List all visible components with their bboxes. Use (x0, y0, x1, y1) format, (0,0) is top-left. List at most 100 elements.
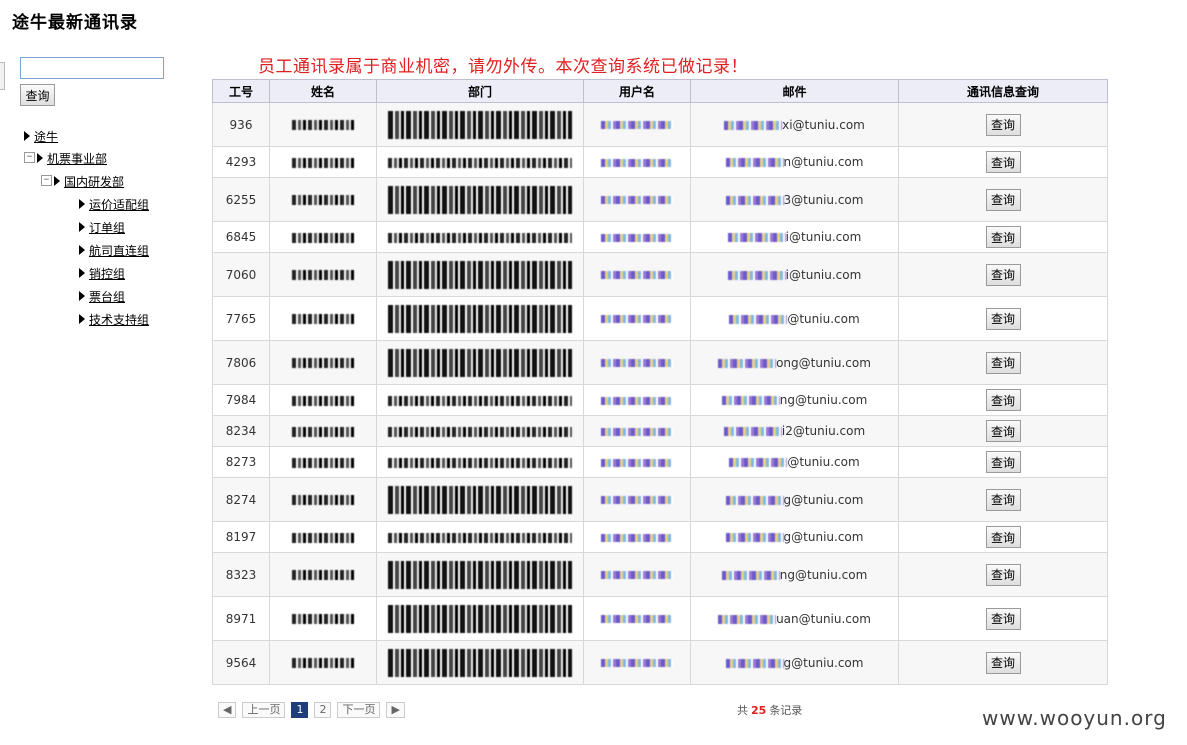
cell-username (583, 552, 691, 597)
tree-link-group[interactable]: 订单组 (89, 221, 125, 235)
query-button[interactable]: 查询 (985, 651, 1021, 674)
pager-next-button[interactable]: 下一页 (337, 702, 381, 718)
tree-node-group[interactable]: 技术支持组 (79, 312, 149, 328)
cell-department (376, 102, 584, 147)
cell-email: g@tuniu.com (690, 521, 899, 553)
query-button[interactable]: 查询 (985, 263, 1021, 286)
cell-employee-id: 7060 (212, 252, 270, 297)
tree-node-division[interactable]: − 机票事业部 (24, 151, 107, 167)
search-button[interactable]: 查询 (20, 84, 55, 106)
caret-right-icon (24, 130, 30, 141)
confidentiality-warning: 员工通讯录属于商业机密，请勿外传。本次查询系统已做记录！ (258, 57, 748, 77)
table-row: 8197 g@tuniu.com 查询 (212, 521, 1108, 553)
cell-name (269, 640, 377, 685)
email-domain: i2@tuniu.com (781, 424, 866, 438)
query-button[interactable]: 查询 (985, 488, 1021, 511)
redacted-email-prefix (727, 270, 786, 280)
cell-name (269, 252, 377, 297)
cell-email: n@tuniu.com (690, 146, 899, 178)
cell-name (269, 415, 377, 447)
tree-node-department[interactable]: − 国内研发部 (41, 174, 124, 190)
redacted-name (292, 270, 354, 280)
caret-right-icon (79, 290, 85, 301)
tree-node-group[interactable]: 运价适配组 (79, 197, 149, 213)
pager-first-button[interactable]: ◀ (218, 702, 237, 718)
cell-name (269, 296, 377, 341)
cell-email: ng@tuniu.com (690, 552, 899, 597)
cell-username (583, 640, 691, 685)
tree-link-root[interactable]: 途牛 (34, 130, 58, 144)
cell-name (269, 340, 377, 385)
cell-name (269, 221, 377, 253)
query-button[interactable]: 查询 (985, 113, 1021, 136)
tree-node-root[interactable]: 途牛 (24, 129, 58, 145)
tree-link-group[interactable]: 运价适配组 (89, 198, 149, 212)
query-button[interactable]: 查询 (985, 188, 1021, 211)
redacted-username (601, 233, 673, 242)
cell-name (269, 102, 377, 147)
table-row: 7765 @tuniu.com 查询 (212, 296, 1108, 341)
table-row: 9564 g@tuniu.com 查询 (212, 640, 1108, 685)
cell-query: 查询 (898, 477, 1108, 522)
tree-link-division[interactable]: 机票事业部 (47, 152, 107, 166)
column-header-name: 姓名 (269, 79, 377, 103)
tree-link-group[interactable]: 销控组 (89, 267, 125, 281)
tree-node-group[interactable]: 销控组 (79, 266, 125, 282)
redacted-email-prefix (727, 233, 786, 242)
query-button[interactable]: 查询 (985, 451, 1021, 473)
redacted-name (292, 395, 354, 406)
caret-right-icon (79, 198, 85, 209)
table-row: 8971 uan@tuniu.com 查询 (212, 596, 1108, 641)
collapse-icon[interactable]: − (41, 175, 52, 186)
pager-prev-button[interactable]: 上一页 (242, 702, 286, 718)
redacted-department (388, 260, 572, 289)
pagination: ◀ 上一页 1 2 下一页 ▶ (218, 702, 411, 718)
query-button[interactable]: 查询 (985, 607, 1021, 630)
cell-email: ng@tuniu.com (690, 384, 899, 416)
query-button[interactable]: 查询 (985, 420, 1021, 442)
query-button[interactable]: 查询 (985, 307, 1021, 330)
table-row: 8234 i2@tuniu.com 查询 (212, 415, 1108, 447)
tree-node-group[interactable]: 票台组 (79, 289, 125, 305)
cell-department (376, 415, 584, 447)
query-button[interactable]: 查询 (985, 226, 1021, 248)
cell-department (376, 384, 584, 416)
pager-last-button[interactable]: ▶ (386, 702, 405, 718)
query-button[interactable]: 查询 (985, 151, 1021, 173)
redacted-email-prefix (725, 495, 784, 505)
column-header-department: 部门 (376, 79, 584, 103)
email-domain: @tuniu.com (787, 455, 860, 469)
query-button[interactable]: 查询 (985, 389, 1021, 411)
query-button[interactable]: 查询 (985, 563, 1021, 586)
collapse-handle[interactable] (0, 62, 5, 90)
search-input[interactable] (20, 57, 164, 79)
cell-name (269, 446, 377, 478)
redacted-username (601, 571, 673, 579)
cell-department (376, 177, 584, 222)
tree-link-department[interactable]: 国内研发部 (64, 175, 124, 189)
record-count-number: 25 (751, 704, 767, 717)
cell-employee-id: 6255 (212, 177, 270, 222)
tree-node-group[interactable]: 订单组 (79, 220, 125, 236)
redacted-email-prefix (724, 120, 783, 130)
query-button[interactable]: 查询 (985, 526, 1021, 548)
column-header-id: 工号 (212, 79, 270, 103)
query-button[interactable]: 查询 (985, 351, 1021, 374)
pager-page-2[interactable]: 2 (314, 702, 332, 718)
redacted-username (601, 158, 673, 167)
cell-username (583, 446, 691, 478)
cell-email: i@tuniu.com (690, 221, 899, 253)
tree-node-group[interactable]: 航司直连组 (79, 243, 149, 259)
redacted-username (601, 359, 673, 367)
tree-link-group[interactable]: 技术支持组 (89, 313, 149, 327)
tree-link-group[interactable]: 航司直连组 (89, 244, 149, 258)
cell-username (583, 415, 691, 447)
cell-name (269, 596, 377, 641)
collapse-icon[interactable]: − (24, 152, 35, 163)
pager-page-1[interactable]: 1 (291, 702, 309, 718)
redacted-email-prefix (723, 427, 782, 436)
column-header-email: 邮件 (690, 79, 899, 103)
caret-right-icon (54, 175, 60, 186)
record-count-prefix: 共 (737, 704, 748, 717)
tree-link-group[interactable]: 票台组 (89, 290, 125, 304)
